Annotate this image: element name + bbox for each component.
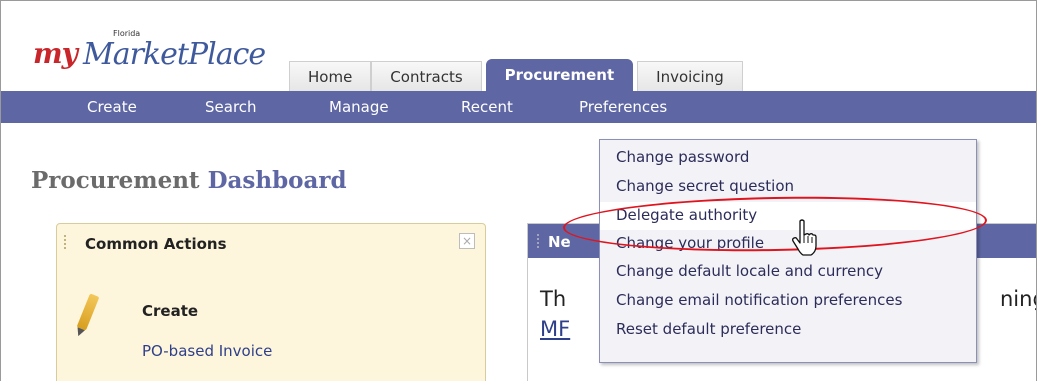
close-icon[interactable]: × — [459, 233, 475, 249]
mymarketplace-logo[interactable]: my Florida MarketPlace — [25, 23, 266, 83]
drag-handle-icon[interactable] — [63, 234, 67, 250]
subnav-create[interactable]: Create — [87, 98, 137, 116]
menu-item-email-notification-preferences[interactable]: Change email notification preferences — [616, 291, 902, 309]
main-tabs: Home Contracts Procurement Invoicing — [289, 59, 743, 91]
news-link[interactable]: MF — [540, 317, 570, 341]
tab-invoicing[interactable]: Invoicing — [637, 61, 743, 91]
menu-item-change-secret-question[interactable]: Change secret question — [616, 177, 794, 195]
po-based-invoice-link[interactable]: PO-based Invoice — [142, 342, 272, 360]
page-title-part1: Procurement — [31, 167, 200, 194]
hand-pointer-icon — [792, 219, 817, 256]
pencil-icon — [76, 293, 100, 331]
common-actions-panel: Common Actions × Create PO-based Invoice — [56, 223, 486, 381]
news-text-right: ning — [1000, 287, 1036, 311]
news-text-left: Th — [540, 287, 567, 311]
tab-home[interactable]: Home — [289, 61, 372, 91]
subnav-search[interactable]: Search — [205, 98, 257, 116]
subnav-preferences[interactable]: Preferences — [579, 98, 667, 116]
menu-item-reset-default-preference[interactable]: Reset default preference — [616, 320, 801, 338]
tab-contracts[interactable]: Contracts — [371, 61, 482, 91]
subnav-recent[interactable]: Recent — [461, 98, 513, 116]
news-panel-title: Ne — [548, 233, 571, 251]
create-heading: Create — [142, 302, 199, 320]
drag-handle-icon[interactable] — [536, 233, 540, 249]
tab-procurement[interactable]: Procurement — [485, 59, 634, 91]
common-actions-title: Common Actions — [85, 235, 227, 253]
subnav-manage[interactable]: Manage — [329, 98, 389, 116]
page-title: Procurement Dashboard — [31, 167, 347, 194]
menu-item-change-password[interactable]: Change password — [616, 148, 749, 166]
preferences-dropdown: Change password Change secret question D… — [599, 139, 977, 363]
page-title-part2: Dashboard — [207, 167, 347, 194]
app-window: my Florida MarketPlace Home Contracts Pr… — [0, 0, 1037, 381]
sub-navigation: Create Search Manage Recent Preferences — [1, 91, 1036, 123]
logo-name: MarketPlace — [83, 37, 266, 72]
logo-prefix: my — [33, 37, 78, 70]
menu-item-change-locale-currency[interactable]: Change default locale and currency — [616, 262, 883, 280]
